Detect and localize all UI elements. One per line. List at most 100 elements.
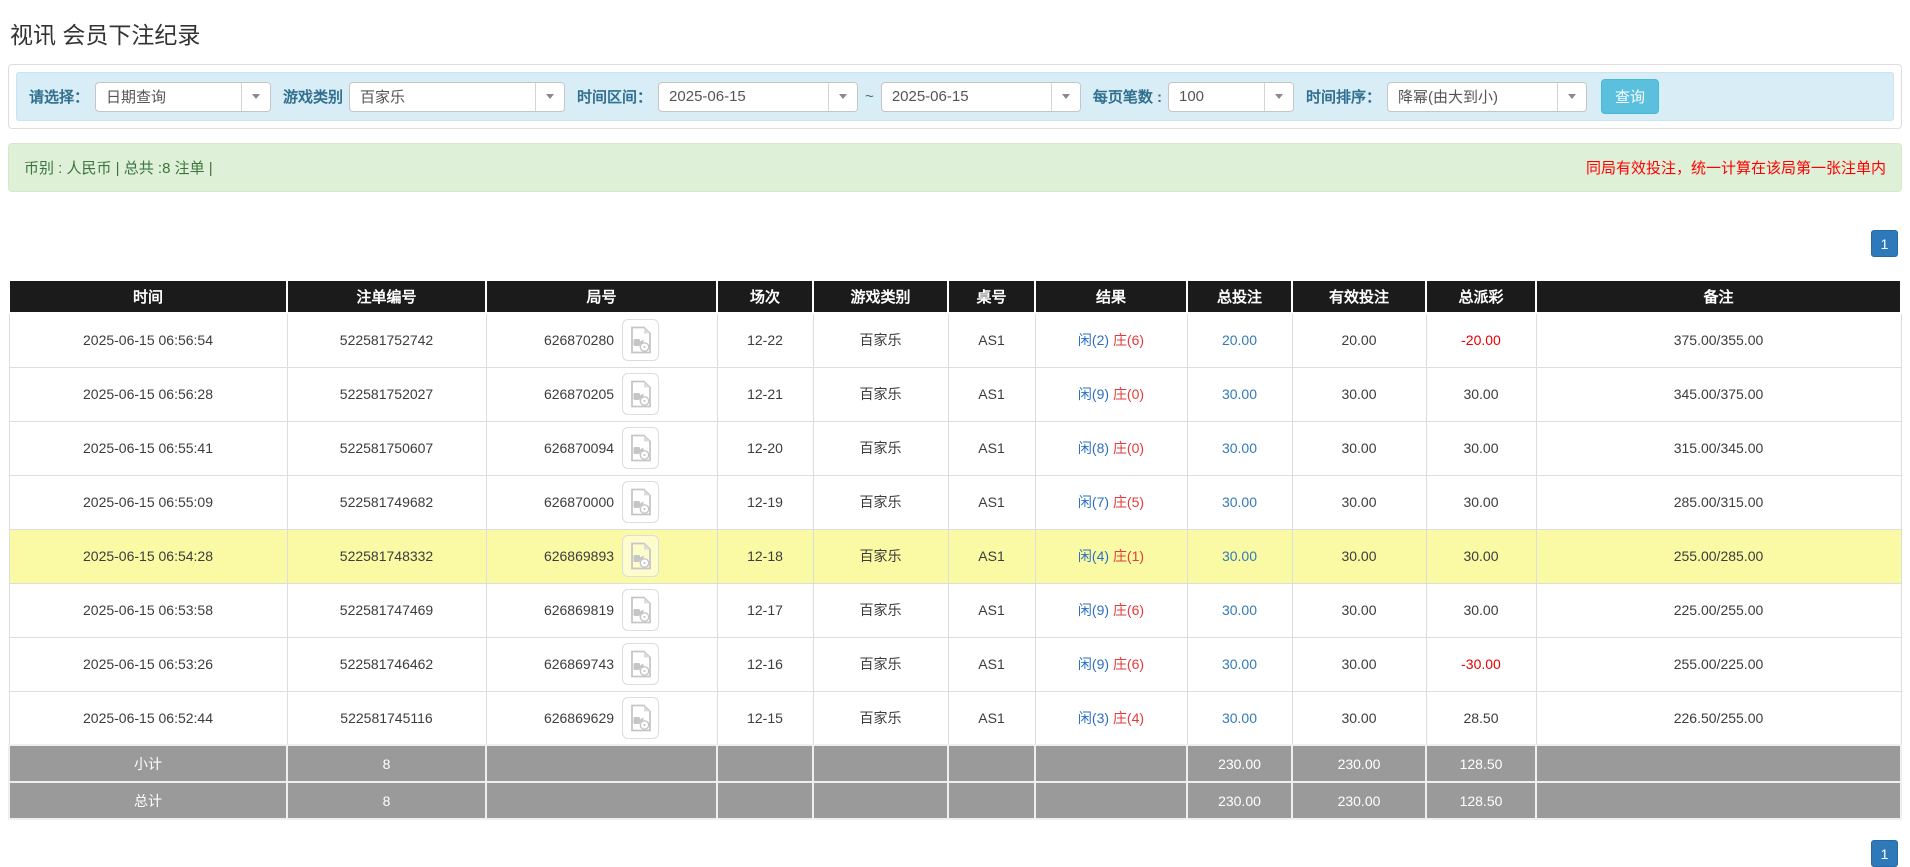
video-file-icon (629, 434, 653, 462)
video-replay-button[interactable] (622, 481, 659, 523)
result-player: 闲(3) (1078, 710, 1109, 726)
round-id-cell: 626870000 (486, 475, 717, 529)
bet-time-cell: 2025-06-15 06:56:28 (9, 367, 287, 421)
round-id: 626869743 (544, 656, 614, 672)
total-bet-link[interactable]: 30.00 (1222, 386, 1257, 402)
pagination-bottom: 1 (12, 840, 1898, 867)
game-type-cell: 百家乐 (813, 475, 948, 529)
result-player: 闲(9) (1078, 386, 1109, 402)
query-type-select[interactable]: 日期查询 (95, 82, 271, 112)
footer-count-cell: 8 (287, 782, 486, 819)
table-row[interactable]: 2025-06-15 06:56:28522581752027626870205… (9, 367, 1901, 421)
round-id-cell: 626870094 (486, 421, 717, 475)
footer-empty-cell (948, 745, 1035, 782)
page-1-button[interactable]: 1 (1871, 840, 1898, 867)
video-file-icon (629, 650, 653, 678)
footer-empty-cell (1035, 745, 1187, 782)
payout-cell: 30.00 (1426, 583, 1536, 637)
bet-time-cell: 2025-06-15 06:55:41 (9, 421, 287, 475)
total-bet-link[interactable]: 30.00 (1222, 602, 1257, 618)
note-cell: 375.00/355.00 (1536, 313, 1901, 367)
session-cell: 12-19 (717, 475, 813, 529)
time-sort-select[interactable]: 降幂(由大到小) (1387, 82, 1587, 112)
bet-id-cell: 522581745116 (287, 691, 486, 745)
date-from-select[interactable]: 2025-06-15 (658, 82, 858, 112)
table-row[interactable]: 2025-06-15 06:55:41522581750607626870094… (9, 421, 1901, 475)
video-file-icon (629, 326, 653, 354)
notice-text: 同局有效投注，统一计算在该局第一张注单内 (1586, 157, 1886, 178)
video-replay-button[interactable] (622, 373, 659, 415)
session-cell: 12-22 (717, 313, 813, 367)
footer-total-bet-cell: 230.00 (1187, 745, 1292, 782)
note-cell: 226.50/255.00 (1536, 691, 1901, 745)
page-size-select[interactable]: 100 (1168, 82, 1294, 112)
result-cell: 闲(3) 庄(4) (1035, 691, 1187, 745)
table-no-cell: AS1 (948, 421, 1035, 475)
round-id: 626870280 (544, 332, 614, 348)
total-bet-cell: 20.00 (1187, 313, 1292, 367)
table-no-cell: AS1 (948, 529, 1035, 583)
footer-payout-cell: 128.50 (1426, 745, 1536, 782)
footer-empty-cell (813, 745, 948, 782)
total-bet-link[interactable]: 30.00 (1222, 440, 1257, 456)
table-no-cell: AS1 (948, 583, 1035, 637)
valid-bet-cell: 30.00 (1292, 691, 1426, 745)
bet-id-cell: 522581749682 (287, 475, 486, 529)
video-replay-button[interactable] (622, 697, 659, 739)
total-bet-cell: 30.00 (1187, 583, 1292, 637)
total-bet-cell: 30.00 (1187, 529, 1292, 583)
result-player: 闲(7) (1078, 494, 1109, 510)
column-header: 时间 (9, 280, 287, 313)
table-row[interactable]: 2025-06-15 06:55:09522581749682626870000… (9, 475, 1901, 529)
search-button[interactable]: 查询 (1601, 79, 1659, 114)
result-cell: 闲(8) 庄(0) (1035, 421, 1187, 475)
chevron-down-icon[interactable] (1557, 83, 1586, 111)
pagination-top: 1 (12, 230, 1898, 257)
game-type-cell: 百家乐 (813, 583, 948, 637)
footer-empty-cell (948, 782, 1035, 819)
footer-empty-cell (717, 782, 813, 819)
bet-records-table: 时间注单编号局号场次游戏类别桌号结果总投注有效投注总派彩备注 2025-06-1… (8, 279, 1902, 820)
video-replay-button[interactable] (622, 589, 659, 631)
table-row[interactable]: 2025-06-15 06:54:28522581748332626869893… (9, 529, 1901, 583)
game-type-label: 游戏类别 (283, 86, 343, 107)
chevron-down-icon[interactable] (1264, 83, 1293, 111)
table-row[interactable]: 2025-06-15 06:52:44522581745116626869629… (9, 691, 1901, 745)
chevron-down-icon[interactable] (241, 83, 270, 111)
table-row[interactable]: 2025-06-15 06:53:58522581747469626869819… (9, 583, 1901, 637)
summary-bar: 币别 : 人民币 | 总共 :8 注单 | 同局有效投注，统一计算在该局第一张注… (8, 143, 1902, 192)
game-type-cell: 百家乐 (813, 367, 948, 421)
video-replay-button[interactable] (622, 319, 659, 361)
chevron-down-icon[interactable] (535, 83, 564, 111)
total-bet-link[interactable]: 30.00 (1222, 494, 1257, 510)
page-size-value: 100 (1169, 83, 1214, 111)
table-row[interactable]: 2025-06-15 06:56:54522581752742626870280… (9, 313, 1901, 367)
table-row[interactable]: 2025-06-15 06:53:26522581746462626869743… (9, 637, 1901, 691)
total-bet-link[interactable]: 30.00 (1222, 548, 1257, 564)
date-to-select[interactable]: 2025-06-15 (881, 82, 1081, 112)
footer-empty-cell (486, 782, 717, 819)
round-id: 626870000 (544, 494, 614, 510)
video-replay-button[interactable] (622, 643, 659, 685)
video-replay-button[interactable] (622, 427, 659, 469)
round-id: 626869819 (544, 602, 614, 618)
total-bet-link[interactable]: 20.00 (1222, 332, 1257, 348)
valid-bet-cell: 20.00 (1292, 313, 1426, 367)
filter-panel: 请选择： 日期查询 游戏类别 百家乐 时间区间： 2025-06-15 ~ 20… (8, 64, 1902, 129)
date-range-separator: ~ (865, 88, 874, 105)
result-cell: 闲(9) 庄(6) (1035, 637, 1187, 691)
bet-id-cell: 522581747469 (287, 583, 486, 637)
result-banker: 庄(0) (1113, 386, 1144, 402)
total-bet-link[interactable]: 30.00 (1222, 710, 1257, 726)
video-file-icon (629, 704, 653, 732)
game-type-select[interactable]: 百家乐 (349, 82, 565, 112)
video-replay-button[interactable] (622, 535, 659, 577)
footer-valid-bet-cell: 230.00 (1292, 745, 1426, 782)
chevron-down-icon[interactable] (1051, 83, 1080, 111)
chevron-down-icon[interactable] (828, 83, 857, 111)
total-bet-cell: 30.00 (1187, 637, 1292, 691)
total-bet-link[interactable]: 30.00 (1222, 656, 1257, 672)
result-cell: 闲(4) 庄(1) (1035, 529, 1187, 583)
page-size-label: 每页笔数 : (1093, 86, 1162, 107)
page-1-button[interactable]: 1 (1871, 230, 1898, 257)
